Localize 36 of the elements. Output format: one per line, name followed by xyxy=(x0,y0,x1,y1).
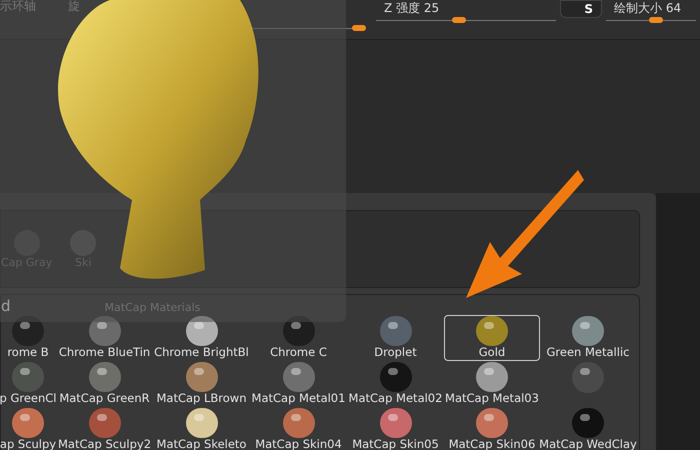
material-name: MatCap Metal03 xyxy=(445,392,539,405)
slider-thumb[interactable] xyxy=(352,25,366,31)
material-name: Green Metallic xyxy=(546,346,630,359)
slider[interactable] xyxy=(376,16,556,24)
material-tile[interactable]: Chrome C xyxy=(250,315,347,361)
slider-thumb[interactable] xyxy=(648,17,662,23)
material-name: MatCap Metal02 xyxy=(348,392,442,405)
material-name: Chrome C xyxy=(270,346,327,359)
slider-thumb[interactable] xyxy=(452,17,466,23)
material-tile[interactable]: MatCap LBrown xyxy=(153,361,250,407)
material-name: MatCap GreenR xyxy=(59,392,150,405)
palette-heading: d xyxy=(1,297,11,315)
material-tile[interactable]: p GreenCl xyxy=(0,361,56,407)
material-tile[interactable]: MatCap GreenR xyxy=(56,361,153,407)
material-tile[interactable]: rome B xyxy=(0,315,56,361)
material-name: Chrome BrightBl xyxy=(154,346,249,359)
material-name: Chrome BlueTin xyxy=(58,346,150,359)
material-tile[interactable]: MatCap Metal01 xyxy=(250,361,347,407)
slider-label: 绘制大小 64 xyxy=(613,0,682,16)
material-tile[interactable]: Gold xyxy=(444,315,540,361)
slider-label: Z 强度 25 xyxy=(383,0,440,16)
material-name: Gold xyxy=(478,346,506,359)
material-tile[interactable]: Green Metallic xyxy=(540,315,636,361)
material-tile[interactable]: Chrome BlueTin xyxy=(56,315,153,361)
material-tile[interactable]: Droplet xyxy=(347,315,444,361)
material-name: rome B xyxy=(7,346,49,359)
s-button[interactable]: S xyxy=(560,0,602,18)
material-name: p GreenCl xyxy=(0,392,57,405)
material-tile[interactable]: MatCap Metal02 xyxy=(347,361,444,407)
material-name: MatCap Metal01 xyxy=(252,392,346,405)
material-name: Droplet xyxy=(374,346,417,359)
slider[interactable] xyxy=(606,16,696,24)
material-tile[interactable]: MatCap Metal03 xyxy=(444,361,540,407)
scrollbar-track[interactable] xyxy=(656,193,700,450)
material-tile[interactable]: Chrome BrightBl xyxy=(153,315,250,361)
material-name: MatCap LBrown xyxy=(156,392,246,405)
